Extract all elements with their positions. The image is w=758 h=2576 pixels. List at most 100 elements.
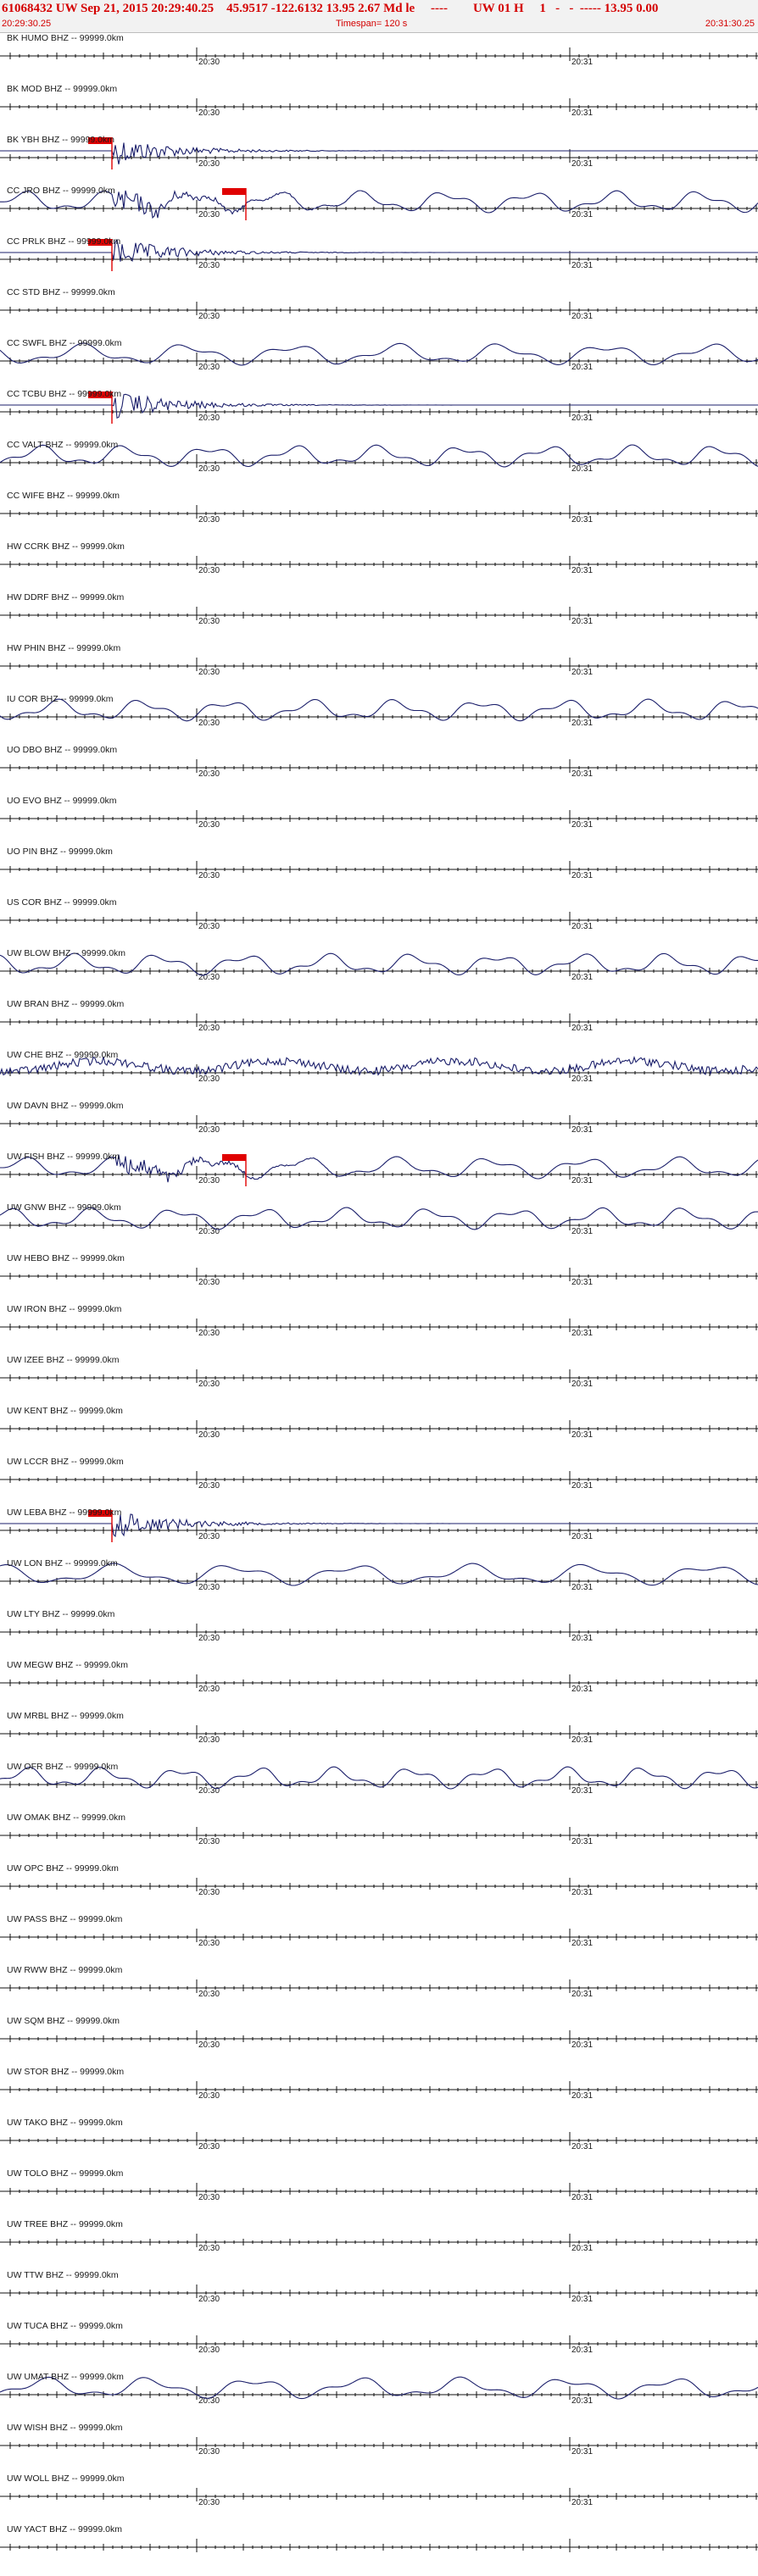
station-label: CC STD BHZ -- 99999.0km	[7, 287, 115, 297]
station-label: UW BRAN BHZ -- 99999.0km	[7, 999, 125, 1009]
tick-label: 20:30	[198, 1583, 220, 1592]
station-label: UW TREE BHZ -- 99999.0km	[7, 2219, 123, 2229]
channel-46: 20:30 20:31UW UMAT BHZ -- 99999.0km	[0, 2372, 758, 2406]
station-label: CC VALT BHZ -- 99999.0km	[7, 440, 119, 450]
tick-label: 20:30	[198, 1329, 220, 1338]
tick-label: 20:30	[198, 668, 220, 677]
tick-label: 20:30	[198, 871, 220, 880]
station-label: CC SWFL BHZ -- 99999.0km	[7, 338, 122, 348]
station-label: UW OMAK BHZ -- 99999.0km	[7, 1813, 125, 1823]
channel-3: 20:30 20:31 CC JRO BHZ -- 99999.0km	[0, 186, 758, 220]
tick-label: 20:30	[198, 1278, 220, 1287]
channel-2: 20:30 20:31 BK YBH BHZ -- 99999.0km	[0, 135, 758, 169]
event-header: 61068432 UW Sep 21, 2015 20:29:40.25 45.…	[0, 0, 758, 33]
tick-label: 20:31	[571, 2346, 593, 2355]
tick-label: 20:31	[571, 1176, 593, 1185]
station-label: UO DBO BHZ -- 99999.0km	[7, 745, 117, 755]
tick-label: 20:31	[571, 58, 593, 67]
tick-label: 20:30	[198, 617, 220, 626]
channel-19: 20:30 20:31 UW BRAN BHZ -- 99999.0km	[0, 999, 758, 1033]
station-label: UW MEGW BHZ -- 99999.0km	[7, 1660, 128, 1670]
station-label: UO EVO BHZ -- 99999.0km	[7, 796, 117, 806]
tick-label: 20:30	[198, 2498, 220, 2507]
tick-label: 20:30	[198, 719, 220, 728]
tick-label: 20:31	[571, 414, 593, 423]
station-label: UW GNW BHZ -- 99999.0km	[7, 1202, 121, 1213]
tick-label: 20:30	[198, 1735, 220, 1745]
station-label: UW KENT BHZ -- 99999.0km	[7, 1406, 123, 1416]
station-label: UW WISH BHZ -- 99999.0km	[7, 2423, 123, 2433]
channel-48: 20:30 20:31 UW WOLL BHZ -- 99999.0km	[0, 2473, 758, 2507]
station-label: UW LCCR BHZ -- 99999.0km	[7, 1457, 124, 1467]
tick-label: 20:30	[198, 973, 220, 982]
timespan-label: Timespan= 120 s	[336, 19, 408, 29]
station-label: UW UMAT BHZ -- 99999.0km	[7, 2372, 124, 2382]
channel-39: 20:30 20:31 UW SQM BHZ -- 99999.0km	[0, 2016, 758, 2050]
channel-45: 20:30 20:31 UW TUCA BHZ -- 99999.0km	[0, 2321, 758, 2355]
channel-28: 20:30 20:31 UW LCCR BHZ -- 99999.0km	[0, 1457, 758, 1491]
station-label: BK YBH BHZ -- 99999.0km	[7, 135, 114, 145]
tick-label: 20:30	[198, 363, 220, 372]
channel-44: 20:30 20:31 UW TTW BHZ -- 99999.0km	[0, 2270, 758, 2304]
station-label: US COR BHZ -- 99999.0km	[7, 897, 117, 908]
tick-label: 20:30	[198, 464, 220, 474]
tick-label: 20:31	[571, 973, 593, 982]
channel-17: 20:30 20:31 US COR BHZ -- 99999.0km	[0, 897, 758, 931]
tick-label: 20:30	[198, 58, 220, 67]
tick-label: 20:31	[571, 2447, 593, 2457]
tick-label: 20:31	[571, 1888, 593, 1897]
channel-15: 20:30 20:31 UO EVO BHZ -- 99999.0km	[0, 796, 758, 830]
station-label: UW TOLO BHZ -- 99999.0km	[7, 2168, 124, 2179]
channel-42: 20:30 20:31 UW TOLO BHZ -- 99999.0km	[0, 2168, 758, 2202]
station-label: CC TCBU BHZ -- 99999.0km	[7, 389, 121, 399]
tick-label: 20:31	[571, 1583, 593, 1592]
channel-14: 20:30 20:31 UO DBO BHZ -- 99999.0km	[0, 745, 758, 779]
station-label: UW STOR BHZ -- 99999.0km	[7, 2067, 124, 2077]
station-label: UO PIN BHZ -- 99999.0km	[7, 847, 113, 857]
tick-label: 20:31	[571, 2295, 593, 2304]
channel-7: 20:30 20:31 CC TCBU BHZ -- 99999.0km	[0, 389, 758, 424]
channel-6: 20:30 20:31 CC SWFL BHZ -- 99999.0km	[0, 338, 758, 372]
station-label: UW LEBA BHZ -- 99999.0km	[7, 1507, 122, 1518]
tick-label: 20:31	[571, 566, 593, 575]
tick-label: 20:30	[198, 1380, 220, 1389]
channel-40: 20:30 20:31 UW STOR BHZ -- 99999.0km	[0, 2067, 758, 2101]
tick-label: 20:31	[571, 719, 593, 728]
tick-label: 20:31	[571, 1481, 593, 1491]
channel-49: UW YACT BHZ -- 99999.0km	[0, 2524, 758, 2552]
tick-label: 20:30	[198, 1430, 220, 1440]
tick-label: 20:31	[571, 769, 593, 779]
tick-label: 20:31	[571, 1125, 593, 1135]
tick-label: 20:31	[571, 1786, 593, 1796]
phase-pick-marker	[222, 1154, 246, 1161]
tick-label: 20:31	[571, 210, 593, 219]
tick-label: 20:31	[571, 820, 593, 830]
tick-label: 20:31	[571, 1329, 593, 1338]
channel-27: 20:30 20:31 UW KENT BHZ -- 99999.0km	[0, 1406, 758, 1440]
channel-23: 20:30 20:31 UW GNW BHZ -- 99999.0km	[0, 1202, 758, 1236]
tick-label: 20:30	[198, 1786, 220, 1796]
tick-label: 20:30	[198, 2346, 220, 2355]
tick-label: 20:30	[198, 1125, 220, 1135]
tick-label: 20:31	[571, 1074, 593, 1084]
station-label: HW CCRK BHZ -- 99999.0km	[7, 541, 125, 552]
station-label: BK HUMO BHZ -- 99999.0km	[7, 33, 124, 43]
station-label: UW HEBO BHZ -- 99999.0km	[7, 1253, 125, 1263]
tick-label: 20:31	[571, 1227, 593, 1236]
station-label: UW TAKO BHZ -- 99999.0km	[7, 2118, 123, 2128]
channel-4: 20:30 20:31 CC PRLK BHZ -- 99999.0km	[0, 236, 758, 271]
station-label: UW CHE BHZ -- 99999.0km	[7, 1050, 119, 1060]
seismogram-plot: 20:30 20:31BK HUMO BHZ -- 99999.0km20:30 2…	[0, 33, 758, 2552]
tick-label: 20:31	[571, 2040, 593, 2050]
station-label: UW FISH BHZ -- 99999.0km	[7, 1152, 120, 1162]
tick-label: 20:31	[571, 1430, 593, 1440]
tick-label: 20:30	[198, 1176, 220, 1185]
tick-label: 20:30	[198, 1990, 220, 1999]
station-label: HW DDRF BHZ -- 99999.0km	[7, 592, 125, 602]
tick-label: 20:30	[198, 922, 220, 931]
channel-11: 20:30 20:31 HW DDRF BHZ -- 99999.0km	[0, 592, 758, 626]
station-label: CC JRO BHZ -- 99999.0km	[7, 186, 115, 196]
channel-41: 20:30 20:31 UW TAKO BHZ -- 99999.0km	[0, 2118, 758, 2151]
channel-36: 20:30 20:31 UW OPC BHZ -- 99999.0km	[0, 1863, 758, 1897]
channel-43: 20:30 20:31 UW TREE BHZ -- 99999.0km	[0, 2219, 758, 2253]
